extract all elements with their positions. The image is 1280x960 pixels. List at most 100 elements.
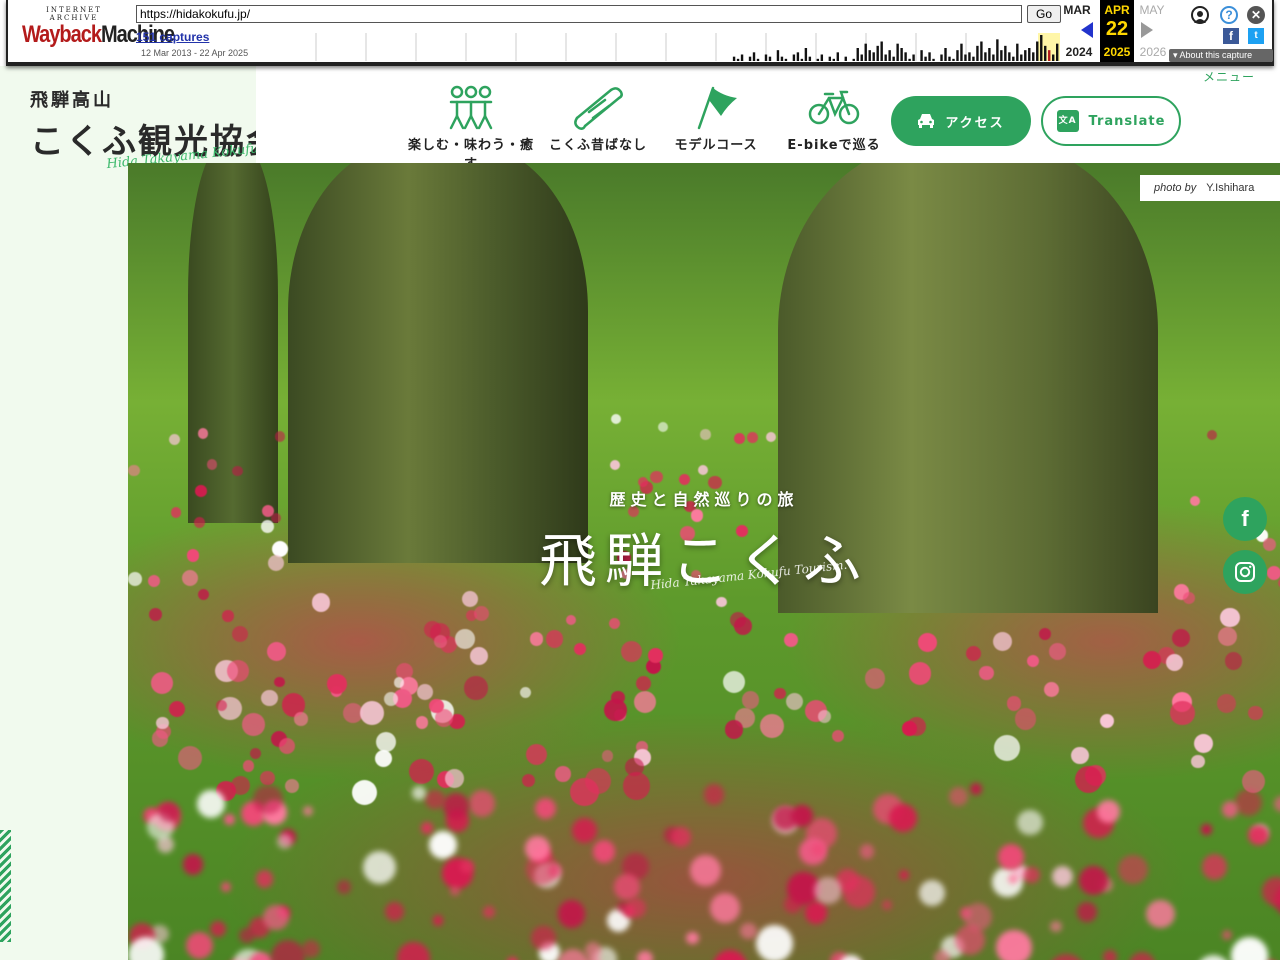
sparkline-bar[interactable] xyxy=(736,58,740,61)
sparkline-bar[interactable] xyxy=(904,52,907,61)
sparkline-bar[interactable] xyxy=(796,52,800,61)
wayback-next-month[interactable]: MAY xyxy=(1135,3,1169,17)
sparkline-bar[interactable] xyxy=(1020,54,1023,62)
sparkline-bar[interactable] xyxy=(948,56,951,61)
sparkline-bar[interactable] xyxy=(884,54,887,62)
facebook-share-icon[interactable]: f xyxy=(1223,28,1239,44)
sparkline-bar[interactable] xyxy=(860,54,863,62)
sparkline-bar[interactable] xyxy=(876,45,879,61)
sparkline-bar[interactable] xyxy=(1040,35,1043,61)
wayback-captures-link[interactable]: 151 captures xyxy=(136,30,209,44)
wayback-sparkline[interactable] xyxy=(310,33,1060,61)
sparkline-bar[interactable] xyxy=(1024,50,1027,61)
sparkline-bar[interactable] xyxy=(872,52,875,61)
sparkline-bar[interactable] xyxy=(960,43,963,61)
sparkline-bar[interactable] xyxy=(1016,43,1019,61)
sparkline-bar[interactable] xyxy=(740,54,744,62)
nav-item-enjoy[interactable]: 楽しむ・味わう・癒す xyxy=(402,84,540,172)
sparkline-bar[interactable] xyxy=(880,41,883,62)
sparkline-bar[interactable] xyxy=(992,54,995,62)
menu-button[interactable]: メニュー xyxy=(1203,68,1255,85)
sparkline-bar[interactable] xyxy=(944,48,947,61)
sparkline-bar[interactable] xyxy=(768,56,772,61)
wayback-go-button[interactable]: Go xyxy=(1027,5,1061,23)
help-icon[interactable]: ? xyxy=(1220,6,1238,24)
sparkline-bar[interactable] xyxy=(908,58,911,61)
sparkline-bar[interactable] xyxy=(752,52,756,61)
wayback-next-arrow-icon[interactable] xyxy=(1141,22,1153,38)
sparkline-bar[interactable] xyxy=(748,56,752,61)
wayback-logo[interactable]: INTERNET ARCHIVE WaybackMachine xyxy=(22,6,175,50)
flower-blossom xyxy=(1166,653,1184,672)
wayback-prev-year[interactable]: 2024 xyxy=(1062,45,1096,59)
sparkline-bar[interactable] xyxy=(780,56,784,61)
sparkline-bar[interactable] xyxy=(764,54,768,62)
nav-item-model-course[interactable]: モデルコース xyxy=(673,84,759,153)
sparkline-bar[interactable] xyxy=(820,54,824,62)
sparkline-bar[interactable] xyxy=(852,58,855,61)
twitter-share-icon[interactable]: t xyxy=(1248,28,1264,44)
sparkline-bar[interactable] xyxy=(940,54,943,62)
sparkline-bar[interactable] xyxy=(980,41,983,62)
sparkline-bar[interactable] xyxy=(832,58,835,61)
sparkline-bar[interactable] xyxy=(928,52,931,61)
sparkline-bar[interactable] xyxy=(844,56,847,61)
sparkline-bar[interactable] xyxy=(1000,50,1003,61)
sparkline-bar[interactable] xyxy=(868,50,871,61)
sparkline-bar[interactable] xyxy=(1048,50,1051,61)
wayback-next-year[interactable]: 2026 xyxy=(1136,45,1170,59)
wayback-prev-month[interactable]: MAR xyxy=(1060,3,1094,17)
sparkline-bar[interactable] xyxy=(856,48,859,61)
nav-item-folklore[interactable]: こくふ昔ばなし xyxy=(549,84,647,153)
sparkline-bar[interactable] xyxy=(1012,56,1015,61)
about-capture-button[interactable]: ▾ About this capture xyxy=(1169,49,1273,62)
sparkline-bar[interactable] xyxy=(776,50,780,61)
access-button[interactable]: アクセス xyxy=(891,96,1031,146)
sparkline-bar[interactable] xyxy=(1052,54,1055,62)
sparkline-bar[interactable] xyxy=(1036,41,1039,62)
sparkline-bar[interactable] xyxy=(964,54,967,62)
user-icon[interactable] xyxy=(1191,6,1209,24)
sparkline-bar[interactable] xyxy=(920,50,923,61)
close-icon[interactable]: ✕ xyxy=(1247,6,1265,24)
wayback-url-input[interactable]: https://hidakokufu.jp/ xyxy=(136,5,1022,23)
sparkline-bar[interactable] xyxy=(808,56,812,61)
sparkline-bar[interactable] xyxy=(900,48,903,61)
sparkline-bar[interactable] xyxy=(888,50,891,61)
flower-blossom xyxy=(531,925,556,951)
sparkline-bar[interactable] xyxy=(952,58,955,61)
sparkline-bar[interactable] xyxy=(1032,52,1035,61)
sparkline-bar[interactable] xyxy=(932,58,935,61)
sparkline-bar[interactable] xyxy=(1056,43,1059,61)
facebook-button[interactable]: f xyxy=(1223,497,1267,541)
sparkline-bar[interactable] xyxy=(1008,52,1011,61)
sparkline-bar[interactable] xyxy=(732,56,736,61)
sparkline-bar[interactable] xyxy=(836,52,839,61)
sparkline-bar[interactable] xyxy=(804,48,808,61)
sparkline-bar[interactable] xyxy=(924,56,927,61)
sparkline-bar[interactable] xyxy=(956,50,959,61)
sparkline-bar[interactable] xyxy=(972,56,975,61)
instagram-button[interactable] xyxy=(1223,550,1267,594)
sparkline-bar[interactable] xyxy=(988,48,991,61)
sparkline-bar[interactable] xyxy=(976,45,979,61)
translate-button[interactable]: 文A Translate xyxy=(1041,96,1181,146)
sparkline-bar[interactable] xyxy=(968,52,971,61)
sparkline-bar[interactable] xyxy=(996,39,999,61)
sparkline-bar[interactable] xyxy=(896,43,899,61)
sparkline-bar[interactable] xyxy=(864,43,867,61)
sparkline-bar[interactable] xyxy=(800,58,804,61)
sparkline-bar[interactable] xyxy=(756,58,760,61)
sparkline-bar[interactable] xyxy=(984,52,987,61)
wayback-prev-arrow-icon[interactable] xyxy=(1081,22,1093,38)
sparkline-bar[interactable] xyxy=(1004,45,1007,61)
sparkline-bar[interactable] xyxy=(784,58,788,61)
sparkline-bar[interactable] xyxy=(1044,45,1047,61)
sparkline-bar[interactable] xyxy=(892,56,895,61)
nav-item-ebike[interactable]: E-bikeで巡る xyxy=(783,84,885,153)
sparkline-bar[interactable] xyxy=(1028,48,1031,61)
sparkline-bar[interactable] xyxy=(828,56,832,61)
sparkline-bar[interactable] xyxy=(912,54,915,62)
sparkline-bar[interactable] xyxy=(816,58,820,61)
sparkline-bar[interactable] xyxy=(792,54,796,62)
